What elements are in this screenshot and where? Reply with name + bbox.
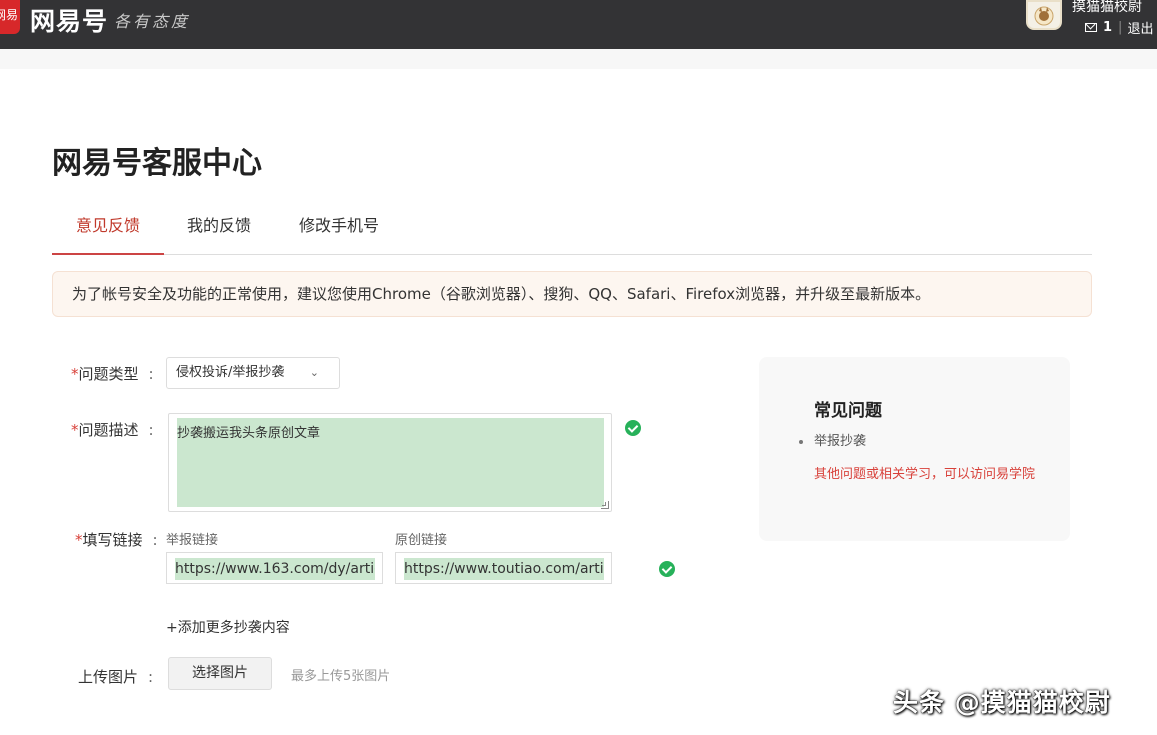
problem-type-select[interactable]: 侵权投诉/举报抄袭 ⌄ [166, 357, 340, 389]
tab-change-phone[interactable]: 修改手机号 [274, 206, 404, 255]
faq-item-label: 举报抄袭 [814, 434, 867, 449]
original-link-input[interactable]: https://www.toutiao.com/article/7 [395, 552, 612, 584]
tab-bar: 意见反馈 我的反馈 修改手机号 [52, 206, 1092, 255]
problem-type-text: 问题类型 [78, 365, 139, 383]
faq-item[interactable]: 举报抄袭 [799, 430, 866, 449]
problem-desc-textarea[interactable]: 抄袭搬运我头条原创文章 [168, 413, 612, 512]
required-mark: * [71, 365, 79, 383]
problem-desc-label: *问题描述: [71, 419, 154, 440]
original-link-value: https://www.toutiao.com/article/7 [404, 558, 604, 580]
sub-bar [0, 49, 1157, 69]
problem-desc-value: 抄袭搬运我头条原创文章 [177, 418, 604, 507]
resize-handle-icon[interactable] [601, 501, 609, 509]
label-colon: : [148, 668, 154, 686]
links-text: 填写链接 [82, 531, 143, 549]
problem-desc-text: 问题描述 [78, 421, 139, 439]
label-colon: : [148, 365, 154, 383]
browser-notice: 为了帐号安全及功能的正常使用，建议您使用Chrome（谷歌浏览器）、搜狗、QQ、… [52, 271, 1092, 317]
watermark: 头条 @摸猫猫校尉 [893, 688, 1111, 717]
mail-icon[interactable] [1085, 23, 1097, 32]
netease-logo-badge[interactable]: 网易 [0, 0, 20, 34]
label-colon: : [148, 421, 154, 439]
choose-image-button[interactable]: 选择图片 [168, 657, 272, 690]
top-bar: 网易 网易号 各有态度 摸猫猫校尉 1 | 退出 [0, 0, 1157, 49]
mail-count[interactable]: 1 [1103, 20, 1112, 35]
label-colon: : [152, 531, 158, 549]
required-mark: * [75, 531, 83, 549]
divider: | [1118, 20, 1123, 35]
chevron-down-icon: ⌄ [309, 366, 319, 379]
problem-type-label: *问题类型: [71, 363, 154, 384]
required-mark: * [71, 421, 79, 439]
cat-avatar-icon [1034, 6, 1054, 26]
user-actions: 1 | 退出 [1085, 18, 1153, 37]
avatar[interactable] [1026, 0, 1062, 30]
tab-my-feedback[interactable]: 我的反馈 [164, 206, 274, 255]
valid-check-icon [659, 561, 675, 577]
report-link-label: 举报链接 [166, 533, 219, 548]
report-link-value: https://www.163.com/dy/article/l [175, 558, 375, 580]
tab-feedback[interactable]: 意见反馈 [52, 206, 164, 255]
faq-panel: 常见问题 举报抄袭 其他问题或相关学习，可以访问易学院 [759, 357, 1070, 541]
upload-hint: 最多上传5张图片 [291, 669, 391, 684]
valid-check-icon [625, 420, 641, 436]
site-logo[interactable]: 网易号 [30, 2, 108, 38]
original-link-label: 原创链接 [395, 533, 448, 548]
faq-title: 常见问题 [814, 401, 882, 421]
links-label: *填写链接: [75, 529, 158, 550]
bullet-icon [799, 439, 803, 444]
username[interactable]: 摸猫猫校尉 [1072, 0, 1142, 16]
upload-label: 上传图片: [78, 666, 153, 687]
problem-type-value: 侵权投诉/举报抄袭 [176, 365, 285, 380]
page-title: 网易号客服中心 [52, 146, 262, 181]
report-link-input[interactable]: https://www.163.com/dy/article/l [166, 552, 383, 584]
upload-text: 上传图片 [78, 668, 139, 686]
logout-link[interactable]: 退出 [1127, 18, 1153, 37]
faq-more-link[interactable]: 其他问题或相关学习，可以访问易学院 [814, 466, 1044, 483]
site-slogan: 各有态度 [114, 12, 191, 31]
add-more-link[interactable]: +添加更多抄袭内容 [166, 617, 290, 637]
